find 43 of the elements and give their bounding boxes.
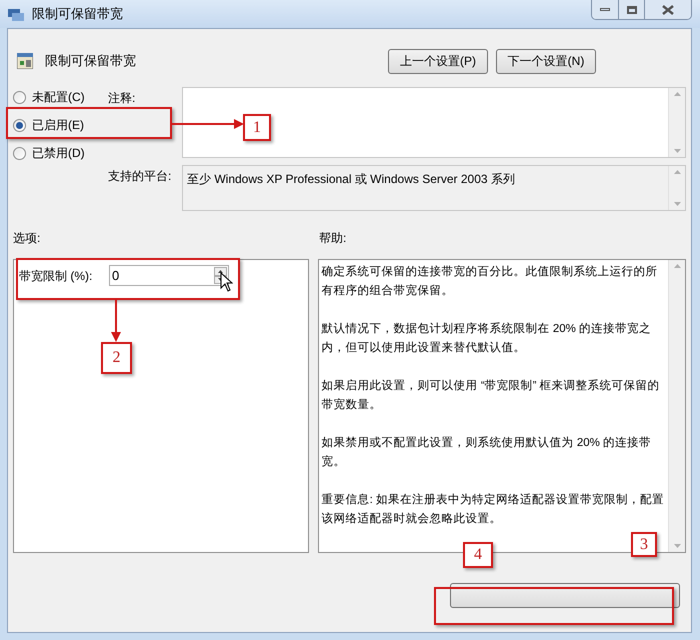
radio-button[interactable]	[13, 118, 26, 132]
comment-label: 注释:	[108, 90, 136, 107]
radio-button[interactable]	[13, 146, 26, 160]
field-label: 带宽限制 (%):	[19, 268, 94, 284]
platform-field: 至少 Windows XP Professional 或 Windows Server 2003 系列	[182, 165, 686, 211]
scroll-down-icon[interactable]	[674, 149, 680, 153]
nav-button[interactable]: 上一个设置(P)	[388, 48, 488, 74]
help-paragraph: 确定系统可保留的连接带宽的百分比。此值限制系统上运行的所有程序的组合带宽保留。	[322, 264, 659, 299]
scroll-down-icon[interactable]	[674, 544, 680, 548]
scroll-up-icon[interactable]	[674, 264, 680, 268]
minimize-button[interactable]	[592, 0, 619, 19]
close-icon	[662, 4, 674, 14]
callout-number: 1	[243, 114, 271, 141]
policy-title: 限制可保留带宽	[45, 52, 136, 70]
callout-number: 2	[101, 342, 132, 374]
policy-icon	[17, 53, 33, 69]
callout-number: 4	[463, 542, 493, 568]
scroll-up-icon[interactable]	[674, 92, 680, 96]
radio-button[interactable]	[13, 90, 26, 104]
arrow-drawing	[111, 300, 121, 342]
dialog-button[interactable]	[450, 583, 680, 608]
radio-label: 已启用(E)	[32, 117, 84, 134]
callout-number: 3	[631, 532, 657, 557]
platform-label: 支持的平台:	[108, 168, 172, 185]
help-label: 帮助:	[319, 230, 346, 247]
close-button[interactable]	[645, 0, 691, 19]
help-paragraph: 默认情况下，数据包计划程序将系统限制在 20% 的连接带宽之内，但可以使用此设置来替代默认值。	[322, 321, 652, 356]
scroll-down-icon[interactable]	[674, 202, 680, 206]
mouse-cursor-icon	[220, 272, 233, 292]
scroll-up-icon[interactable]	[674, 170, 680, 174]
spin-up-icon[interactable]	[218, 270, 223, 273]
app-icon	[8, 7, 24, 21]
help-paragraph: 重要信息: 如果在注册表中为特定网络适配器设置带宽限制，配置该网络适配器时就会忽略此设置。	[322, 492, 665, 527]
nav-button[interactable]: 下一个设置(N)	[496, 48, 596, 74]
radio-label: 已禁用(D)	[32, 145, 85, 162]
radio-label: 未配置(C)	[32, 89, 85, 106]
help-paragraph: 如果启用此设置，则可以使用 “带宽限制” 框来调整系统可保留的带宽数量。	[322, 378, 661, 413]
maximize-button[interactable]	[619, 0, 645, 19]
arrow-drawing	[172, 119, 244, 129]
comment-field[interactable]	[182, 87, 686, 158]
options-label: 选项:	[13, 230, 42, 247]
window-title: 限制可保留带宽	[32, 5, 123, 24]
help-paragraph: 如果禁用或不配置此设置，则系统使用默认值为 20% 的连接带宽。	[322, 435, 652, 470]
